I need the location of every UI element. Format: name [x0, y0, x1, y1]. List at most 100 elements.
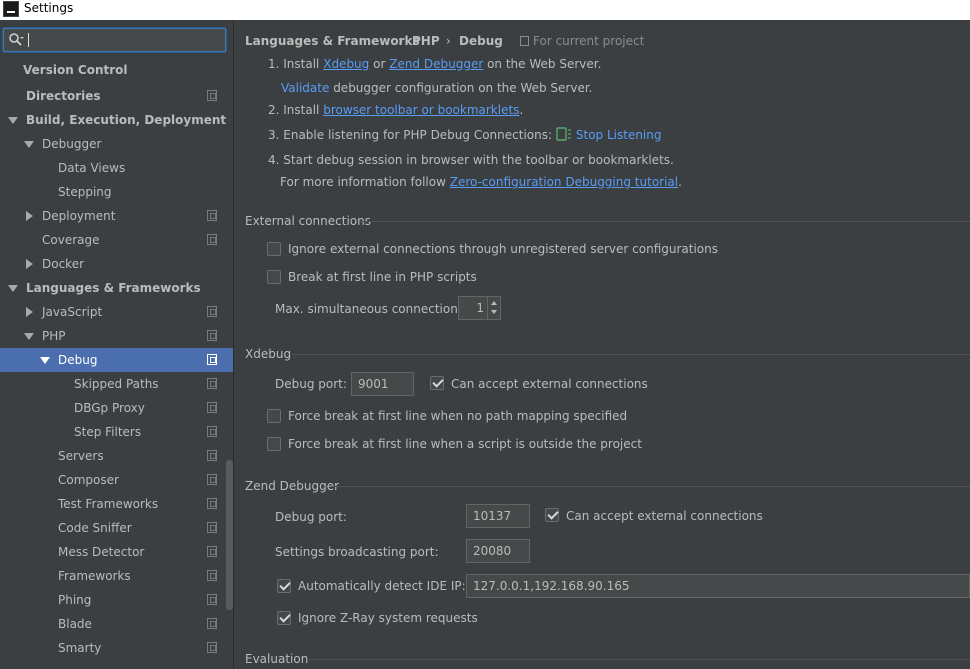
- broadcast-port-input[interactable]: 20080: [466, 539, 530, 563]
- breadcrumb-separator: ›: [398, 34, 403, 48]
- xdebug-accept-external-checkbox[interactable]: [430, 376, 444, 390]
- project-scope-icon: [207, 618, 217, 629]
- spinner-buttons[interactable]: [487, 297, 500, 319]
- zend-debugger-title: Zend Debugger: [245, 479, 340, 493]
- tree-item-phing[interactable]: Phing: [0, 588, 233, 612]
- tree-item-frameworks[interactable]: Frameworks: [0, 564, 233, 588]
- spinner-down-icon[interactable]: [491, 310, 497, 314]
- search-icon: [9, 33, 24, 46]
- auto-detect-ip-checkbox[interactable]: [277, 579, 291, 593]
- break-first-line-checkbox[interactable]: [267, 270, 281, 284]
- chevron-down-icon[interactable]: [8, 285, 18, 292]
- section-divider: [360, 221, 970, 222]
- tree-item-coverage[interactable]: Coverage: [0, 228, 233, 252]
- tree-item-mess-detector[interactable]: Mess Detector: [0, 540, 233, 564]
- tree-item-docker[interactable]: Docker: [0, 252, 233, 276]
- tree-item-code-sniffer[interactable]: Code Sniffer: [0, 516, 233, 540]
- tree-item-deployment[interactable]: Deployment: [0, 204, 233, 228]
- tree-item-label: Version Control: [23, 63, 128, 77]
- breadcrumb-item: Languages & Frameworks: [245, 34, 420, 48]
- tree-item-dbgp-proxy[interactable]: DBGp Proxy: [0, 396, 233, 420]
- zend-debugger-link[interactable]: Zend Debugger: [389, 57, 483, 71]
- section-divider: [292, 354, 970, 355]
- search-caret: [28, 33, 29, 47]
- project-scope-icon: [207, 306, 217, 317]
- xdebug-port-label: Debug port:: [275, 377, 347, 391]
- tree-item-build-execution-deployment[interactable]: Build, Execution, Deployment: [0, 108, 233, 132]
- tree-item-version-control[interactable]: Version Control: [0, 58, 233, 82]
- chevron-right-icon[interactable]: [26, 307, 33, 317]
- project-scope-icon: [207, 498, 217, 509]
- chevron-down-icon[interactable]: [40, 357, 50, 364]
- tree-item-label: Debugger: [42, 137, 102, 151]
- project-scope-icon: [207, 642, 217, 653]
- tree-item-debug[interactable]: Debug: [0, 348, 233, 372]
- break-first-line-label: Break at first line in PHP scripts: [288, 270, 477, 284]
- ide-ip-input[interactable]: 127.0.0.1,192.168.90.165: [466, 574, 970, 598]
- tree-item-test-frameworks[interactable]: Test Frameworks: [0, 492, 233, 516]
- xdebug-link[interactable]: Xdebug: [323, 57, 369, 71]
- sidebar-scrollbar[interactable]: [226, 460, 233, 610]
- validate-link[interactable]: Validate: [281, 81, 329, 95]
- section-divider: [307, 659, 970, 660]
- tree-item-javascript[interactable]: JavaScript: [0, 300, 233, 324]
- tree-item-languages-frameworks[interactable]: Languages & Frameworks: [0, 276, 233, 300]
- tree-item-servers[interactable]: Servers: [0, 444, 233, 468]
- project-scope-icon: [207, 330, 217, 341]
- tree-item-label: Composer: [58, 473, 119, 487]
- tree-item-skipped-paths[interactable]: Skipped Paths: [0, 372, 233, 396]
- tree-item-label: Step Filters: [74, 425, 142, 439]
- chevron-right-icon[interactable]: [26, 211, 33, 221]
- tree-item-label: Languages & Frameworks: [26, 281, 201, 295]
- xdebug-port-input[interactable]: 9001: [351, 372, 414, 396]
- chevron-down-icon[interactable]: [24, 333, 34, 340]
- tree-item-step-filters[interactable]: Step Filters: [0, 420, 233, 444]
- tree-item-debugger[interactable]: Debugger: [0, 132, 233, 156]
- tree-item-label: Stepping: [58, 185, 112, 199]
- tree-item-label: Skipped Paths: [74, 377, 159, 391]
- chevron-down-icon[interactable]: [8, 117, 18, 124]
- chevron-down-icon[interactable]: [24, 141, 34, 148]
- step-text: 1. Install: [268, 57, 320, 71]
- title-bar: Settings: [0, 0, 970, 20]
- max-connections-value: 1: [476, 301, 484, 315]
- zend-accept-external-checkbox[interactable]: [545, 508, 559, 522]
- tree-item-stepping[interactable]: Stepping: [0, 180, 233, 204]
- zero-config-tutorial-link[interactable]: Zero-configuration Debugging tutorial: [450, 175, 678, 189]
- project-scope-icon: [207, 522, 217, 533]
- force-break-outside-checkbox[interactable]: [267, 437, 281, 451]
- max-connections-spinner[interactable]: 1: [458, 296, 501, 320]
- tree-item-smarty[interactable]: Smarty: [0, 636, 233, 660]
- scope-note: For current project: [533, 34, 645, 48]
- step-text: debugger configuration on the Web Server…: [333, 81, 593, 95]
- project-scope-icon: [207, 234, 217, 245]
- chevron-right-icon[interactable]: [26, 259, 33, 269]
- project-scope-icon: [207, 474, 217, 485]
- tree-item-label: Code Sniffer: [58, 521, 132, 535]
- ignore-external-checkbox[interactable]: [267, 242, 281, 256]
- tree-item-label: Smarty: [58, 641, 102, 655]
- browser-toolbar-link[interactable]: browser toolbar or bookmarklets: [323, 103, 519, 117]
- spinner-up-icon[interactable]: [491, 301, 497, 305]
- tree-item-php[interactable]: PHP: [0, 324, 233, 348]
- tree-item-data-views[interactable]: Data Views: [0, 156, 233, 180]
- settings-sidebar: Version Control Directories Build, Execu…: [0, 20, 234, 669]
- stop-listening-link[interactable]: Stop Listening: [576, 128, 662, 142]
- tree-item-directories[interactable]: Directories: [0, 84, 233, 108]
- tree-item-blade[interactable]: Blade: [0, 612, 233, 636]
- evaluation-title: Evaluation: [245, 652, 309, 666]
- external-connections-title: External connections: [245, 214, 371, 228]
- force-break-no-mapping-label: Force break at first line when no path m…: [288, 409, 628, 423]
- tree-item-label: DBGp Proxy: [74, 401, 145, 415]
- ignore-zray-checkbox[interactable]: [277, 611, 291, 625]
- search-input[interactable]: [3, 28, 226, 52]
- project-scope-icon: [520, 36, 529, 46]
- tree-item-composer[interactable]: Composer: [0, 468, 233, 492]
- zend-port-input[interactable]: 10137: [466, 504, 530, 528]
- tree-item-label: JavaScript: [42, 305, 103, 319]
- project-scope-icon: [207, 210, 217, 221]
- instruction-step-1: 1. Install Xdebug or Zend Debugger on th…: [268, 57, 601, 71]
- project-scope-icon: [207, 546, 217, 557]
- project-scope-icon: [207, 354, 217, 365]
- force-break-no-mapping-checkbox[interactable]: [267, 409, 281, 423]
